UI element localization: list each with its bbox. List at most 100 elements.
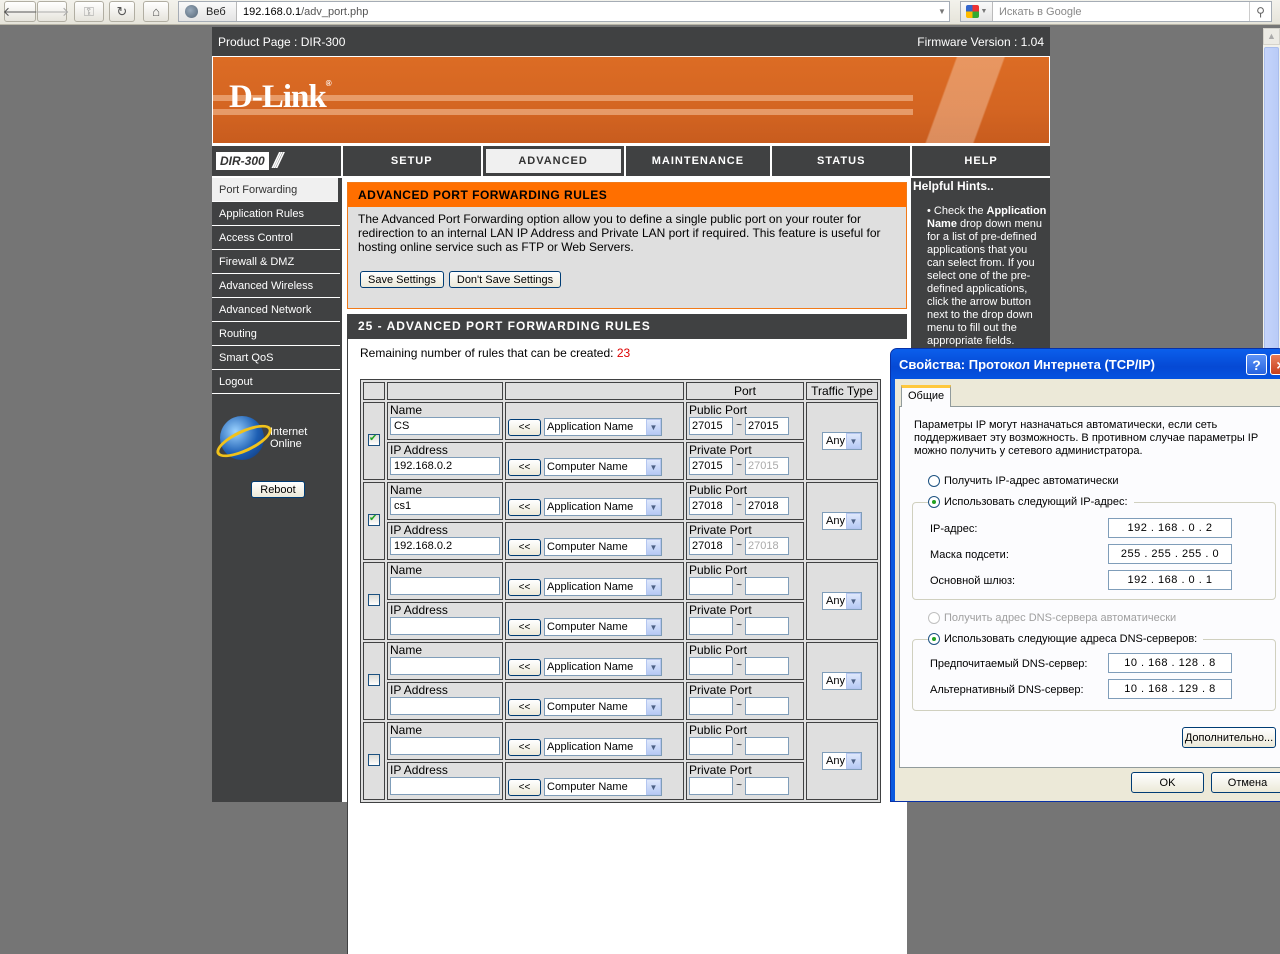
- application-name-select[interactable]: Application Name ▼: [544, 578, 662, 596]
- tab-maintenance[interactable]: MAINTENANCE: [625, 146, 771, 176]
- rule-enable-checkbox[interactable]: [368, 593, 380, 606]
- alternate-dns-field[interactable]: 10 . 168 . 129 . 8: [1108, 679, 1232, 699]
- save-settings-button[interactable]: Save Settings: [360, 271, 444, 288]
- public-port-end-input[interactable]: [745, 657, 789, 675]
- apply-computer-button[interactable]: <<: [508, 458, 541, 476]
- private-port-start-input[interactable]: 27018: [689, 537, 733, 555]
- rule-name-input[interactable]: CS: [390, 417, 500, 435]
- private-port-start-input[interactable]: [689, 617, 733, 635]
- sidebar-item-port-forwarding[interactable]: Port Forwarding: [212, 178, 338, 202]
- sidebar-item-advanced-wireless[interactable]: Advanced Wireless: [212, 274, 340, 298]
- apply-computer-button[interactable]: <<: [508, 618, 541, 636]
- sidebar-item-application-rules[interactable]: Application Rules: [212, 202, 340, 226]
- search-input[interactable]: Искать в Google: [993, 6, 1249, 18]
- computer-name-select[interactable]: Computer Name ▼: [544, 778, 662, 796]
- scroll-thumb[interactable]: [1264, 47, 1279, 357]
- traffic-type-select[interactable]: Any ▼: [822, 512, 862, 530]
- application-name-select[interactable]: Application Name ▼: [544, 418, 662, 436]
- home-button[interactable]: ⌂: [143, 1, 169, 22]
- application-name-select[interactable]: Application Name ▼: [544, 658, 662, 676]
- public-port-start-input[interactable]: [689, 657, 733, 675]
- rule-enable-checkbox[interactable]: [368, 433, 380, 446]
- preferred-dns-field[interactable]: 10 . 168 . 128 . 8: [1108, 653, 1232, 673]
- radio-auto-dns[interactable]: Получить адрес DNS-сервера автоматически: [928, 612, 1176, 624]
- computer-name-select[interactable]: Computer Name ▼: [544, 538, 662, 556]
- rule-name-input[interactable]: [390, 657, 500, 675]
- sidebar-item-firewall-dmz[interactable]: Firewall & DMZ: [212, 250, 340, 274]
- url-text[interactable]: 192.168.0.1/adv_port.php: [237, 6, 935, 18]
- rule-ip-input[interactable]: 192.168.0.2: [390, 457, 500, 475]
- rule-name-input[interactable]: [390, 737, 500, 755]
- computer-name-select[interactable]: Computer Name ▼: [544, 618, 662, 636]
- search-engine-selector[interactable]: ▼: [961, 2, 993, 21]
- tab-status[interactable]: STATUS: [772, 146, 911, 176]
- traffic-type-select[interactable]: Any ▼: [822, 672, 862, 690]
- rule-enable-checkbox[interactable]: [368, 673, 380, 686]
- cancel-button[interactable]: Отмена: [1211, 772, 1280, 793]
- address-bar[interactable]: Веб 192.168.0.1/adv_port.php ▼: [178, 1, 950, 22]
- tab-advanced[interactable]: ADVANCED: [482, 146, 624, 176]
- apply-application-button[interactable]: <<: [508, 578, 541, 596]
- radio-manual-dns[interactable]: Использовать следующие адреса DNS-сервер…: [928, 633, 1204, 645]
- rule-name-input[interactable]: cs1: [390, 497, 500, 515]
- apply-application-button[interactable]: <<: [508, 658, 541, 676]
- advanced-button[interactable]: Дополнительно...: [1182, 727, 1276, 748]
- application-name-select[interactable]: Application Name ▼: [544, 738, 662, 756]
- tab-setup[interactable]: SETUP: [342, 146, 481, 176]
- tab-help[interactable]: HELP: [912, 146, 1050, 176]
- forward-button[interactable]: 🡒: [35, 1, 69, 22]
- traffic-type-select[interactable]: Any ▼: [822, 432, 862, 450]
- apply-computer-button[interactable]: <<: [508, 538, 541, 556]
- dont-save-settings-button[interactable]: Don't Save Settings: [448, 271, 562, 288]
- private-port-start-input[interactable]: 27015: [689, 457, 733, 475]
- private-port-end-input[interactable]: [745, 777, 789, 795]
- rule-ip-input[interactable]: [390, 697, 500, 715]
- web-chip[interactable]: Веб: [179, 2, 237, 21]
- radio-manual-ip[interactable]: Использовать следующий IP-адрес:: [928, 496, 1134, 508]
- traffic-type-select[interactable]: Any ▼: [822, 752, 862, 770]
- rule-ip-input[interactable]: 192.168.0.2: [390, 537, 500, 555]
- application-name-select[interactable]: Application Name ▼: [544, 498, 662, 516]
- default-gateway-field[interactable]: 192 . 168 . 0 . 1: [1108, 570, 1232, 590]
- rule-ip-input[interactable]: [390, 777, 500, 795]
- sidebar-item-advanced-network[interactable]: Advanced Network: [212, 298, 340, 322]
- rule-enable-checkbox[interactable]: [368, 513, 380, 526]
- radio-auto-ip[interactable]: Получить IP-адрес автоматически: [928, 475, 1118, 487]
- computer-name-select[interactable]: Computer Name ▼: [544, 458, 662, 476]
- dialog-close-button[interactable]: ×: [1270, 354, 1280, 375]
- sidebar-item-routing[interactable]: Routing: [212, 322, 340, 346]
- private-port-end-input[interactable]: 27018: [745, 537, 789, 555]
- public-port-start-input[interactable]: 27015: [689, 417, 733, 435]
- private-port-start-input[interactable]: [689, 777, 733, 795]
- private-port-end-input[interactable]: [745, 617, 789, 635]
- rule-ip-input[interactable]: [390, 617, 500, 635]
- public-port-end-input[interactable]: 27018: [745, 497, 789, 515]
- apply-computer-button[interactable]: <<: [508, 698, 541, 716]
- private-port-end-input[interactable]: [745, 697, 789, 715]
- public-port-end-input[interactable]: [745, 577, 789, 595]
- key-button[interactable]: ⚿: [74, 1, 104, 22]
- reboot-button[interactable]: Reboot: [251, 481, 305, 498]
- public-port-start-input[interactable]: [689, 737, 733, 755]
- google-search-box[interactable]: ▼ Искать в Google ⚲: [960, 1, 1272, 22]
- computer-name-select[interactable]: Computer Name ▼: [544, 698, 662, 716]
- scroll-up-icon[interactable]: ▲: [1263, 28, 1280, 45]
- ok-button[interactable]: OK: [1131, 772, 1204, 793]
- public-port-start-input[interactable]: [689, 577, 733, 595]
- apply-application-button[interactable]: <<: [508, 418, 541, 436]
- ip-address-field[interactable]: 192 . 168 . 0 . 2: [1108, 518, 1232, 538]
- subnet-mask-field[interactable]: 255 . 255 . 255 . 0: [1108, 544, 1232, 564]
- url-dropdown-icon[interactable]: ▼: [935, 7, 949, 16]
- sidebar-item-smart-qos[interactable]: Smart QoS: [212, 346, 340, 370]
- apply-computer-button[interactable]: <<: [508, 778, 541, 796]
- apply-application-button[interactable]: <<: [508, 738, 541, 756]
- public-port-end-input[interactable]: 27015: [745, 417, 789, 435]
- rule-name-input[interactable]: [390, 577, 500, 595]
- back-button[interactable]: 🡐: [3, 1, 37, 22]
- search-button[interactable]: ⚲: [1249, 2, 1271, 21]
- public-port-end-input[interactable]: [745, 737, 789, 755]
- reload-button[interactable]: ↻: [109, 1, 135, 22]
- private-port-end-input[interactable]: 27015: [745, 457, 789, 475]
- private-port-start-input[interactable]: [689, 697, 733, 715]
- sidebar-item-logout[interactable]: Logout: [212, 370, 340, 394]
